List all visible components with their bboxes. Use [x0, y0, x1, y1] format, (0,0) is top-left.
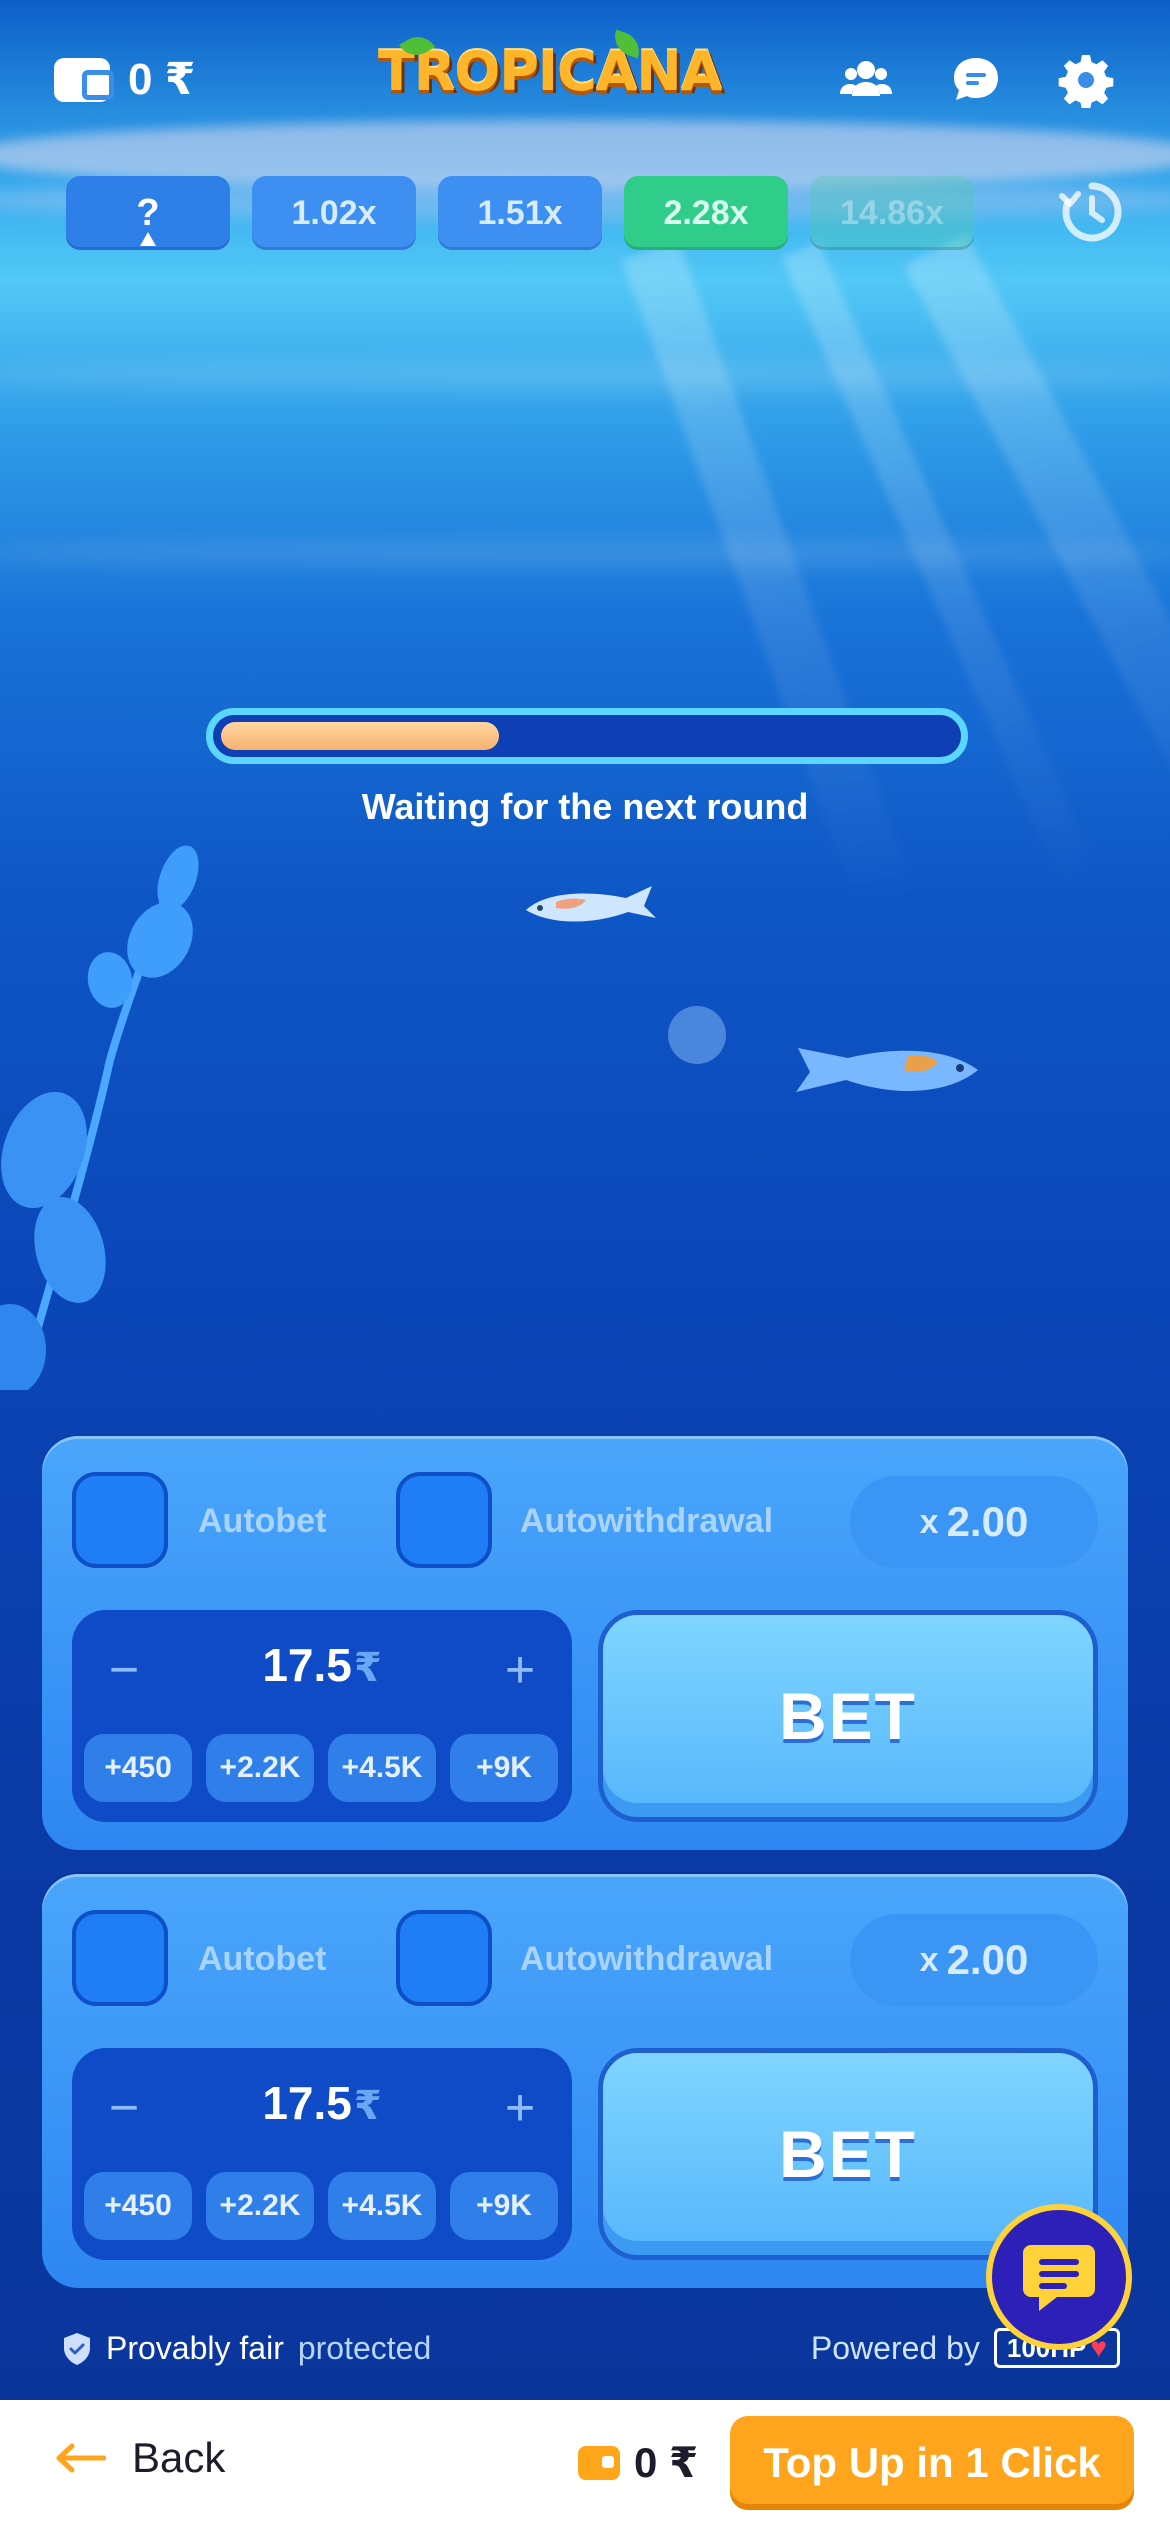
- increase-stake-button[interactable]: +: [490, 1640, 550, 1700]
- seaweed-plant: [0, 845, 199, 1390]
- autowithdrawal-multiplier-input[interactable]: x 2.00: [850, 1476, 1098, 1568]
- multiplier-prefix: x: [919, 1940, 939, 1979]
- multiplier-value: 2.00: [946, 1936, 1029, 1983]
- back-button[interactable]: Back: [54, 2434, 225, 2482]
- support-chat-button[interactable]: [986, 2204, 1132, 2350]
- settings-gear-icon[interactable]: [1056, 52, 1116, 108]
- increase-stake-button[interactable]: +: [490, 2078, 550, 2138]
- wallet-icon: [54, 57, 114, 102]
- bet-panel-2: Autobet Autowithdrawal x 2.00 − 17.5₹ + …: [42, 1874, 1128, 2288]
- quick-stake-button[interactable]: +2.2K: [206, 1734, 314, 1802]
- round-progress-fill: [221, 722, 499, 750]
- top-up-button[interactable]: Top Up in 1 Click: [730, 2416, 1134, 2510]
- quick-stake-button[interactable]: +2.2K: [206, 2172, 314, 2240]
- shield-check-icon: [64, 2332, 90, 2365]
- game-header: 0 ₹ TROPICANA: [0, 0, 1170, 160]
- back-label: Back: [132, 2434, 226, 2481]
- wallet-icon: [578, 2445, 620, 2480]
- stake-value: 17.5: [262, 2077, 352, 2129]
- game-scene: 0 ₹ TROPICANA ? 1.02x 1.51x 2.28x 14.86x…: [0, 0, 1170, 2400]
- stake-currency: ₹: [353, 1646, 382, 1690]
- arrow-left-icon: [56, 2443, 106, 2473]
- bottom-bar: Back 0 ₹ Top Up in 1 Click: [0, 2400, 1170, 2532]
- quick-stake-button[interactable]: +450: [84, 2172, 192, 2240]
- protected-text: protected: [297, 2330, 432, 2366]
- autowithdrawal-label: Autowithdrawal: [520, 1940, 774, 1978]
- stake-currency: ₹: [353, 2084, 382, 2128]
- header-wallet[interactable]: 0 ₹: [54, 54, 195, 105]
- autobet-checkbox[interactable]: [72, 1910, 168, 2006]
- bubble: [668, 1006, 726, 1064]
- stake-value: 17.5: [262, 1639, 352, 1691]
- autobet-label: Autobet: [198, 1502, 327, 1540]
- autowithdrawal-multiplier-input[interactable]: x 2.00: [850, 1914, 1098, 2006]
- history-chip: 1.02x: [252, 176, 416, 250]
- history-current-round: ?: [66, 176, 230, 250]
- multiplier-history: ? 1.02x 1.51x 2.28x 14.86x: [66, 176, 974, 250]
- header-balance: 0 ₹: [128, 55, 196, 104]
- stake-control: − 17.5₹ + +450 +2.2K +4.5K +9K: [72, 2048, 572, 2260]
- autowithdrawal-checkbox[interactable]: [396, 1472, 492, 1568]
- chat-icon[interactable]: [946, 52, 1006, 108]
- powered-by-text: Powered by: [810, 2329, 980, 2366]
- provably-fair-text: Provably fair: [106, 2330, 284, 2366]
- bet-panel-1: Autobet Autowithdrawal x 2.00 − 17.5₹ + …: [42, 1436, 1128, 1850]
- multiplier-prefix: x: [919, 1502, 939, 1541]
- fish-icon: [526, 886, 656, 922]
- autobet-label: Autobet: [198, 1940, 327, 1978]
- autowithdrawal-label: Autowithdrawal: [520, 1502, 774, 1540]
- multiplier-value: 2.00: [946, 1498, 1029, 1545]
- bet-button[interactable]: BET: [598, 1610, 1098, 1822]
- bottom-wallet: 0 ₹: [578, 2438, 698, 2487]
- autobet-checkbox[interactable]: [72, 1472, 168, 1568]
- history-chip: 14.86x: [810, 176, 974, 250]
- quick-stake-button[interactable]: +9K: [450, 2172, 558, 2240]
- history-chip: 1.51x: [438, 176, 602, 250]
- quick-stake-button[interactable]: +450: [84, 1734, 192, 1802]
- message-icon: [1023, 2245, 1095, 2311]
- provably-fair-link[interactable]: Provably fair protected: [62, 2330, 431, 2367]
- autowithdrawal-checkbox[interactable]: [396, 1910, 492, 2006]
- round-progress-bar: [206, 708, 968, 764]
- players-icon[interactable]: [836, 52, 896, 108]
- round-status: Waiting for the next round: [361, 786, 809, 827]
- quick-stake-button[interactable]: +4.5K: [328, 2172, 436, 2240]
- quick-stake-button[interactable]: +4.5K: [328, 1734, 436, 1802]
- quick-stake-button[interactable]: +9K: [450, 1734, 558, 1802]
- stake-control: − 17.5₹ + +450 +2.2K +4.5K +9K: [72, 1610, 572, 1822]
- fish-icon: [796, 1048, 978, 1092]
- water-ripple: [0, 540, 1170, 566]
- bottom-balance: 0 ₹: [634, 2439, 699, 2486]
- history-chip: 2.28x: [624, 176, 788, 250]
- history-clock-icon[interactable]: [1058, 178, 1126, 246]
